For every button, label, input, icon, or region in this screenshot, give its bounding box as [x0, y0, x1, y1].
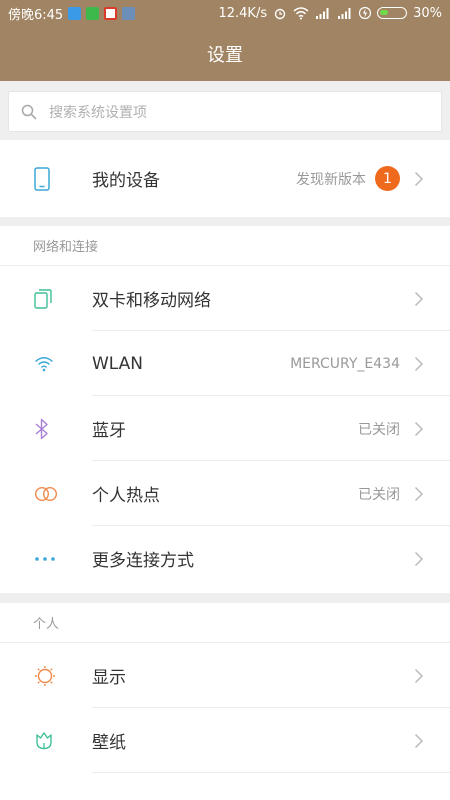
bluetooth-item[interactable]: 蓝牙 已关闭 [0, 396, 450, 461]
phone-icon [34, 166, 50, 191]
more-dots-icon [35, 556, 55, 561]
item-label: 双卡和移动网络 [92, 291, 211, 311]
wifi-icon [35, 356, 53, 371]
search-icon [21, 104, 37, 119]
upload-icon [68, 6, 82, 20]
wifi-status-icon [293, 6, 309, 19]
wechat-icon [86, 6, 100, 20]
new-version-text: 发现新版本 [296, 171, 366, 188]
personal-section-label: 个人 [0, 603, 450, 643]
search-input[interactable]: 搜索系统设置项 [8, 91, 442, 132]
personal-section: 个人 显示 壁纸 [0, 603, 450, 800]
divider [92, 772, 450, 773]
bluetooth-status: 已关闭 [358, 421, 400, 438]
sim-card-icon [34, 288, 52, 309]
more-connection-item[interactable]: 更多连接方式 [0, 526, 450, 591]
signal-icon-2 [338, 8, 351, 19]
chevron-right-icon [414, 551, 450, 567]
network-section: 网络和连接 双卡和移动网络 WLAN MERCURY_E434 蓝牙 已关闭 个… [0, 226, 450, 593]
wallpaper-item[interactable]: 壁纸 [0, 708, 450, 773]
status-time: 傍晚6:45 [8, 7, 64, 23]
app-blue-icon [122, 6, 136, 20]
my-device-item[interactable]: 我的设备 发现新版本 1 [0, 140, 450, 217]
hotspot-item[interactable]: 个人热点 已关闭 [0, 461, 450, 526]
charging-icon [359, 6, 372, 20]
item-label: 壁纸 [92, 733, 126, 753]
chevron-right-icon [414, 668, 450, 684]
device-section: 我的设备 发现新版本 1 [0, 140, 450, 217]
alarm-icon [274, 8, 286, 20]
hotspot-status: 已关闭 [358, 486, 400, 503]
signal-icon-1 [316, 8, 329, 19]
network-speed: 12.4K/s [218, 5, 268, 21]
my-device-label: 我的设备 [92, 171, 160, 191]
wlan-item[interactable]: WLAN MERCURY_E434 [0, 331, 450, 396]
chevron-right-icon [414, 171, 450, 187]
bluetooth-icon [35, 418, 48, 439]
app-header: 设置 [0, 26, 450, 81]
search-placeholder: 搜索系统设置项 [49, 104, 147, 121]
app-red-icon [104, 6, 118, 20]
item-label: 更多连接方式 [92, 551, 194, 571]
wlan-ssid: MERCURY_E434 [290, 355, 400, 372]
battery-percent: 30% [413, 5, 442, 21]
battery-icon [377, 7, 408, 19]
chevron-right-icon [414, 733, 450, 749]
search-area: 搜索系统设置项 [0, 81, 450, 140]
display-item[interactable]: 显示 [0, 643, 450, 708]
tulip-icon [36, 731, 52, 749]
status-bar: 傍晚6:45 12.4K/s 30% [0, 0, 450, 26]
item-label: 蓝牙 [92, 421, 126, 441]
update-badge: 1 [375, 166, 400, 191]
hotspot-icon [34, 486, 58, 501]
network-section-label: 网络和连接 [0, 226, 450, 266]
sun-icon [35, 665, 55, 686]
item-label: 显示 [92, 668, 126, 688]
item-label: WLAN [92, 353, 144, 374]
chevron-right-icon [414, 486, 450, 502]
item-label: 个人热点 [92, 486, 160, 506]
chevron-right-icon [414, 421, 450, 437]
sim-network-item[interactable]: 双卡和移动网络 [0, 266, 450, 331]
page-title: 设置 [207, 44, 243, 66]
chevron-right-icon [414, 356, 450, 372]
chevron-right-icon [414, 291, 450, 307]
